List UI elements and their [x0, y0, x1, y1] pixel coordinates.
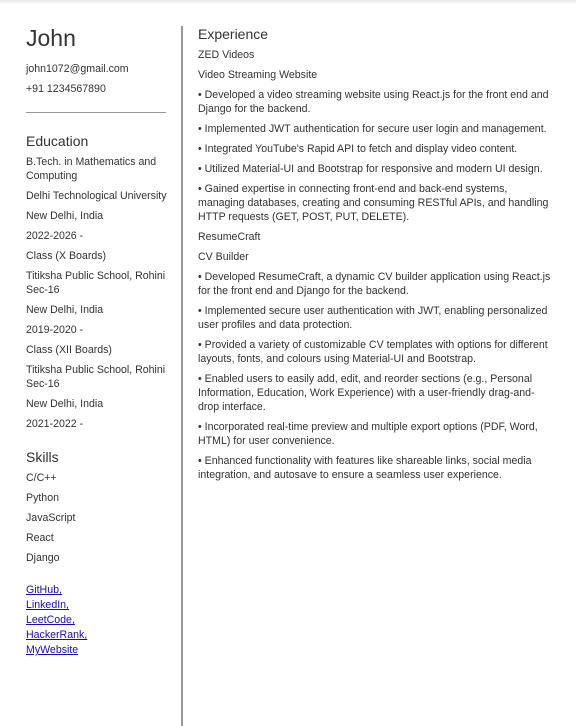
profile-links: GitHub, LinkedIn, LeetCode, HackerRank, MyWe… — [26, 583, 168, 658]
job-bullet: • Enhanced functionality with features l… — [198, 455, 532, 481]
education-line: 2022-2026 - — [26, 230, 84, 242]
person-name: John — [26, 25, 76, 51]
education-line: Class (XII Boards) — [26, 344, 112, 356]
skill-item: React — [26, 532, 54, 544]
profile-link[interactable]: LinkedIn, — [26, 598, 168, 613]
job-bullet: • Implemented JWT authentication for sec… — [198, 123, 547, 135]
experience-item: ResumeCraft CV Builder • Developed ResumeC… — [198, 230, 552, 482]
main-column: Experience ZED Videos Video Streaming Web… — [198, 26, 552, 488]
skill-item: Django — [26, 552, 60, 564]
job-bullet: • Incorporated real-time preview and mul… — [198, 421, 538, 447]
job-title: Video Streaming Website — [198, 69, 318, 81]
education-line: New Delhi, India — [26, 210, 104, 222]
top-shadow — [0, 0, 576, 5]
job-bullet: • Integrated YouTube's Rapid API to fetc… — [198, 143, 518, 155]
education-line: Delhi Technological University — [26, 190, 167, 202]
contact-block: john1072@gmail.com +91 1234567890 — [26, 62, 168, 96]
education-heading: Education — [26, 133, 89, 149]
education-list: B.Tech. in Mathematics and Computing Delh… — [26, 155, 168, 431]
skills-heading: Skills — [26, 449, 59, 465]
profile-link[interactable]: HackerRank, — [26, 628, 168, 643]
job-bullet: • Enabled users to easily add, edit, and… — [198, 373, 535, 413]
column-divider — [181, 26, 183, 726]
education-line: New Delhi, India — [26, 304, 104, 316]
job-company: ZED Videos — [198, 49, 255, 61]
education-line: Class (X Boards) — [26, 250, 107, 262]
education-section: Education B.Tech. in Mathematics and Com… — [26, 133, 168, 431]
job-bullet: • Developed ResumeCraft, a dynamic CV bu… — [198, 271, 551, 297]
job-bullet: • Implemented secure user authentication… — [198, 305, 548, 331]
job-title: CV Builder — [198, 251, 249, 263]
job-company: ResumeCraft — [198, 231, 261, 243]
email-text: john1072@gmail.com — [26, 63, 129, 75]
education-line: B.Tech. in Mathematics and Computing — [26, 156, 157, 182]
experience-item: ZED Videos Video Streaming Website • Devel… — [198, 48, 552, 224]
experience-list: ZED Videos Video Streaming Website • Devel… — [198, 48, 552, 482]
skills-list: C/C++ Python JavaScript React Django — [26, 471, 168, 565]
education-line: New Delhi, India — [26, 398, 104, 410]
job-bullet: • Provided a variety of customizable CV … — [198, 339, 548, 365]
job-bullet: • Developed a video streaming website us… — [198, 89, 549, 115]
skill-item: C/C++ — [26, 472, 57, 484]
profile-link[interactable]: LeetCode, — [26, 613, 168, 628]
phone-text: +91 1234567890 — [26, 83, 106, 95]
education-line: 2019-2020 - — [26, 324, 84, 336]
skills-section: Skills C/C++ Python JavaScript React Django — [26, 449, 168, 565]
experience-heading: Experience — [198, 26, 269, 42]
education-line: 2021-2022 - — [26, 418, 84, 430]
profile-link[interactable]: MyWebsite — [26, 643, 168, 658]
skill-item: Python — [26, 492, 59, 504]
education-line: Titiksha Public School, Rohini Sec-16 — [26, 364, 166, 390]
skill-item: JavaScript — [26, 512, 76, 524]
job-bullet: • Utilized Material-UI and Bootstrap for… — [198, 163, 543, 175]
job-bullet: • Gained expertise in connecting front-e… — [198, 183, 549, 223]
education-line: Titiksha Public School, Rohini Sec-16 — [26, 270, 166, 296]
resume-page: John john1072@gmail.com +91 1234567890 E… — [0, 0, 576, 726]
sidebar: John john1072@gmail.com +91 1234567890 E… — [26, 26, 168, 658]
profile-link[interactable]: GitHub, — [26, 583, 168, 598]
sidebar-divider — [26, 112, 166, 113]
